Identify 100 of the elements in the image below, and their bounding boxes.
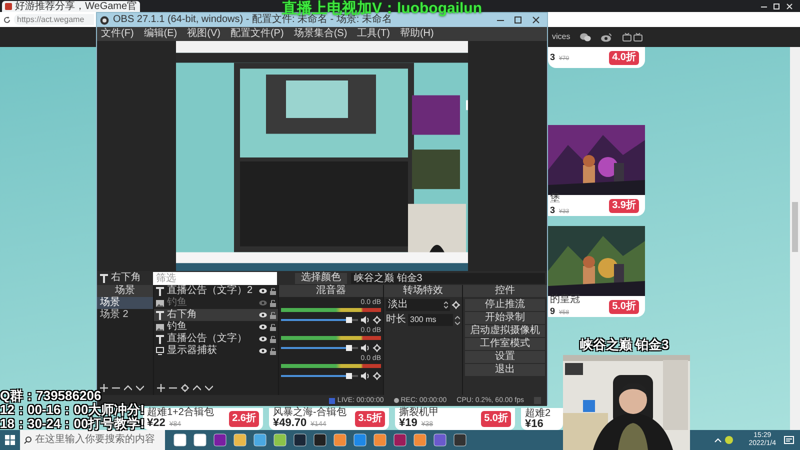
transition-select[interactable]: 淡出 (386, 299, 450, 311)
tv-logo-icon[interactable] (622, 32, 644, 42)
lock-icon[interactable] (270, 348, 276, 354)
game-title: 超难1+2合辑包 (147, 408, 215, 418)
taskbar-app-icon[interactable] (213, 433, 227, 447)
reload-icon[interactable] (3, 16, 11, 24)
menu-item[interactable]: 配置文件(P) (230, 29, 284, 39)
eye-icon[interactable] (259, 324, 267, 330)
chat-bubbles-icon[interactable] (580, 32, 592, 42)
volume-slider[interactable] (281, 373, 358, 379)
discount-badge: 3.5折 (355, 411, 385, 427)
scene-item[interactable]: 场景 2 (97, 309, 153, 321)
taskbar-app-icon[interactable] (293, 433, 307, 447)
settings-icon[interactable] (373, 372, 381, 380)
source-item[interactable]: 钓鱼 (154, 297, 278, 309)
taskbar-app-icon[interactable] (273, 433, 287, 447)
add-icon[interactable] (157, 384, 165, 392)
text-source-icon (156, 310, 164, 320)
address-bar[interactable]: https://act.wegame (14, 14, 94, 25)
header-link[interactable]: vices (552, 31, 570, 43)
add-icon[interactable] (100, 384, 108, 392)
eye-icon[interactable] (259, 336, 267, 342)
source-item[interactable]: 右下角 (154, 309, 278, 321)
control-button[interactable]: 启动虚拟摄像机 (465, 325, 545, 337)
control-button[interactable]: 工作室模式 (465, 338, 545, 350)
eye-logo-icon[interactable] (601, 32, 612, 42)
taskbar-app-icon[interactable] (313, 433, 327, 447)
control-button[interactable]: 停止推流 (465, 299, 545, 311)
eye-icon[interactable] (259, 288, 267, 294)
source-item[interactable]: 钓鱼 (154, 321, 278, 333)
move-up-icon[interactable] (124, 384, 132, 392)
lock-icon[interactable] (270, 324, 276, 330)
eye-icon[interactable] (259, 348, 267, 354)
lock-icon[interactable] (270, 288, 276, 294)
scene-item[interactable]: 场景 (97, 297, 153, 309)
taskbar-app-icon[interactable] (413, 433, 427, 447)
spinner-arrows-icon[interactable] (455, 316, 460, 324)
monitor-icon (156, 347, 164, 355)
volume-slider[interactable] (281, 317, 358, 323)
price: ¥49.70 (273, 418, 307, 429)
menu-item[interactable]: 帮助(H) (400, 29, 434, 39)
site-icon (5, 3, 12, 10)
game-title: 超难2 (525, 408, 552, 418)
settings-icon[interactable] (373, 344, 381, 352)
browser-tab[interactable]: 好游推荐分享，WeGame官 (2, 1, 140, 12)
taskbar-app-icon[interactable] (173, 433, 187, 447)
volume-slider[interactable] (281, 345, 358, 351)
taskbar-app-icon[interactable] (453, 433, 467, 447)
move-down-icon[interactable] (205, 384, 213, 392)
source-item[interactable]: 直播公告（文字） (154, 333, 278, 345)
menu-item[interactable]: 工具(T) (357, 29, 390, 39)
taskbar-app-icon[interactable] (333, 433, 347, 447)
window-controls-icon[interactable] (496, 16, 540, 24)
move-down-icon[interactable] (136, 384, 144, 392)
slider-thumb[interactable] (346, 317, 352, 323)
dock-title: 控件 (463, 285, 547, 297)
control-button[interactable]: 退出 (465, 364, 545, 376)
lock-icon[interactable] (270, 312, 276, 318)
control-button[interactable]: 设置 (465, 351, 545, 363)
scrollbar[interactable] (790, 47, 800, 430)
taskbar-app-icon[interactable] (353, 433, 367, 447)
speaker-icon[interactable] (361, 316, 370, 324)
dropdown-arrows-icon (444, 301, 448, 309)
slider-thumb[interactable] (346, 373, 352, 379)
taskbar-app-icon[interactable] (253, 433, 267, 447)
slider-thumb[interactable] (346, 345, 352, 351)
speaker-icon[interactable] (361, 372, 370, 380)
image-source-icon (156, 324, 164, 330)
taskbar-app-icon[interactable] (193, 433, 207, 447)
menu-item[interactable]: 编辑(E) (144, 29, 178, 39)
eye-icon[interactable] (259, 312, 267, 318)
discount-badge: 3.9折 (609, 198, 639, 212)
search-field[interactable]: 在这里输入你要搜索的内容 (20, 430, 165, 450)
lock-icon[interactable] (270, 336, 276, 342)
filter-field[interactable]: 筛选 (153, 272, 277, 284)
discount-badge: 4.0折 (609, 50, 639, 64)
settings-icon[interactable] (373, 316, 381, 324)
notification-icon[interactable] (784, 436, 794, 444)
color-button[interactable]: 选择颜色 (295, 272, 347, 284)
speaker-icon[interactable] (361, 344, 370, 352)
menu-item[interactable]: 场景集合(S) (294, 29, 348, 39)
control-button[interactable]: 开始录制 (465, 312, 545, 324)
menu-item[interactable]: 文件(F) (101, 29, 134, 39)
game-card[interactable]: 超难2 ¥16 (521, 408, 563, 430)
taskbar-app-icon[interactable] (393, 433, 407, 447)
taskbar-app-icon[interactable] (373, 433, 387, 447)
source-item[interactable]: 显示器捕获 (154, 345, 278, 357)
window-controls-icon[interactable] (760, 3, 794, 10)
duration-field[interactable]: 300 ms (408, 314, 453, 326)
move-up-icon[interactable] (193, 384, 201, 392)
dock-title: 混音器 (279, 285, 383, 297)
settings-icon[interactable] (181, 384, 189, 392)
settings-icon[interactable] (452, 301, 460, 309)
windows-start-icon[interactable] (5, 435, 15, 445)
taskbar-app-icon[interactable] (233, 433, 247, 447)
taskbar-app-icon[interactable] (433, 433, 447, 447)
menu-item[interactable]: 视图(V) (187, 29, 220, 39)
lock-icon[interactable] (270, 300, 276, 306)
source-item[interactable]: 直播公告（文字）2 (154, 285, 278, 297)
text-field[interactable]: 峡谷之巅 铂金3 (351, 272, 545, 284)
